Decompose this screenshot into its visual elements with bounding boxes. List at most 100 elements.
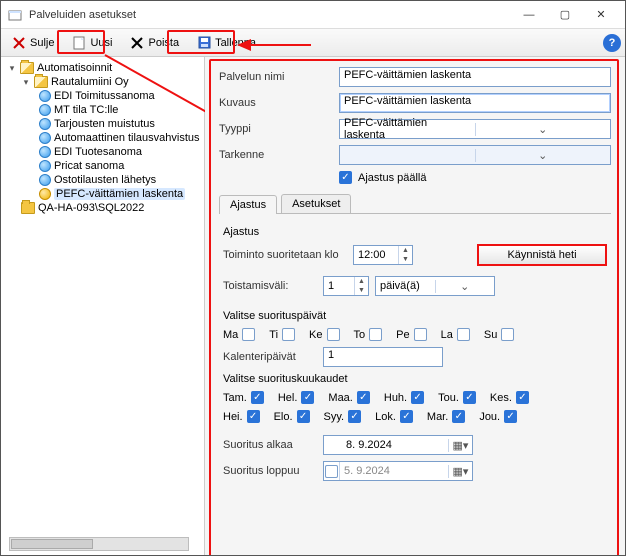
day-tue-checkbox[interactable] (282, 328, 295, 341)
tree-item[interactable]: Pricat sanoma (3, 159, 202, 173)
month-oct-checkbox[interactable] (400, 410, 413, 423)
day-sat-checkbox[interactable] (457, 328, 470, 341)
app-window: Palveluiden asetukset — ▢ ✕ Sulje Uusi P… (0, 0, 626, 556)
calendar-days-input[interactable]: 1 (323, 347, 443, 367)
folder-icon (34, 76, 48, 88)
month-jan-checkbox[interactable] (251, 391, 264, 404)
spin-down-icon[interactable]: ▼ (399, 255, 412, 264)
close-button[interactable]: Sulje (5, 33, 61, 53)
tree-item[interactable]: EDI Tuotesanoma (3, 145, 202, 159)
tree-view[interactable]: ▾ Automatisoinnit ▾ Rautalumiini Oy EDI … (1, 57, 205, 555)
schedule-group-title: Ajastus (223, 226, 607, 238)
schedule-on-checkbox[interactable] (339, 171, 352, 184)
pick-months-label: Valitse suorituskuukaudet (223, 373, 607, 385)
day-thu-checkbox[interactable] (369, 328, 382, 341)
tree-item[interactable]: EDI Toimitussanoma (3, 89, 202, 103)
month-dec-checkbox[interactable] (504, 410, 517, 423)
day-sun-checkbox[interactable] (501, 328, 514, 341)
tree-item-selected[interactable]: PEFC-väittämien laskenta (3, 187, 202, 201)
tree-company[interactable]: ▾ Rautalumiini Oy (3, 75, 202, 89)
help-button[interactable]: ? (603, 34, 621, 52)
service-icon (39, 90, 51, 102)
new-label: Uusi (90, 37, 112, 49)
service-icon (39, 160, 51, 172)
start-date-label: Suoritus alkaa (223, 439, 323, 451)
save-icon (197, 36, 211, 50)
run-now-button[interactable]: Käynnistä heti (477, 244, 607, 266)
month-picker-row2: Hei. Elo. Syy. Lok. Mar. Jou. (223, 410, 607, 423)
service-icon (39, 118, 51, 130)
description-label: Kuvaus (219, 97, 339, 109)
service-icon (39, 146, 51, 158)
new-icon (72, 36, 86, 50)
tree-company-label: Rautalumiini Oy (51, 76, 129, 88)
new-button[interactable]: Uusi (65, 33, 119, 53)
collapse-icon[interactable]: ▾ (7, 63, 17, 73)
maximize-button[interactable]: ▢ (547, 3, 583, 27)
end-date-input[interactable]: 5. 9.2024 ▦▾ (323, 461, 473, 481)
description-input[interactable]: PEFC-väittämien laskenta (339, 93, 611, 113)
service-icon (39, 132, 51, 144)
specifier-select[interactable]: ⌄ (339, 145, 611, 165)
save-label: Tallenna (215, 37, 256, 49)
calendar-icon[interactable]: ▦▾ (448, 439, 472, 452)
tree-root[interactable]: ▾ Automatisoinnit (3, 61, 202, 75)
spin-up-icon[interactable]: ▲ (355, 277, 368, 286)
tree-item[interactable]: Automaattinen tilausvahvistus (3, 131, 202, 145)
start-date-input[interactable]: 8. 9.2024 ▦▾ (323, 435, 473, 455)
service-icon (39, 188, 51, 200)
chevron-down-icon: ⌄ (475, 149, 611, 162)
end-date-enable-checkbox[interactable] (325, 465, 338, 478)
end-date-label: Suoritus loppuu (223, 465, 323, 477)
tab-settings[interactable]: Asetukset (281, 194, 351, 213)
folder-icon (21, 202, 35, 214)
run-at-label: Toiminto suoritetaan klo (223, 249, 353, 261)
chevron-down-icon: ⌄ (475, 123, 611, 136)
repeat-count[interactable]: ▲▼ (323, 276, 369, 296)
month-nov-checkbox[interactable] (452, 410, 465, 423)
service-name-input[interactable]: PEFC-väittämien laskenta (339, 67, 611, 87)
spin-down-icon[interactable]: ▼ (355, 286, 368, 295)
save-button[interactable]: Tallenna (190, 33, 263, 53)
service-icon (39, 174, 51, 186)
repeat-label: Toistamisväli: (223, 280, 323, 292)
tab-schedule[interactable]: Ajastus (219, 195, 277, 214)
tree-item[interactable]: MT tila TC:lle (3, 103, 202, 117)
titlebar: Palveluiden asetukset — ▢ ✕ (1, 1, 625, 29)
delete-button[interactable]: Poista (123, 33, 186, 53)
detail-panel: Palvelun nimi PEFC-väittämien laskenta K… (205, 57, 625, 555)
month-apr-checkbox[interactable] (411, 391, 424, 404)
tree-item[interactable]: Tarjousten muistutus (3, 117, 202, 131)
day-fri-checkbox[interactable] (414, 328, 427, 341)
horizontal-scrollbar[interactable] (9, 537, 189, 551)
run-at-input[interactable] (354, 246, 398, 264)
delete-label: Poista (148, 37, 179, 49)
run-at-time[interactable]: ▲▼ (353, 245, 413, 265)
month-may-checkbox[interactable] (463, 391, 476, 404)
tabstrip: Ajastus Asetukset (219, 194, 611, 214)
spin-up-icon[interactable]: ▲ (399, 246, 412, 255)
weekday-picker: Ma Ti Ke To Pe La Su (223, 328, 607, 341)
month-aug-checkbox[interactable] (297, 410, 310, 423)
month-feb-checkbox[interactable] (301, 391, 314, 404)
calendar-icon[interactable]: ▦▾ (448, 465, 472, 478)
month-jun-checkbox[interactable] (516, 391, 529, 404)
pick-days-label: Valitse suorituspäivät (223, 310, 607, 322)
month-jul-checkbox[interactable] (247, 410, 260, 423)
month-mar-checkbox[interactable] (357, 391, 370, 404)
folder-icon (20, 62, 34, 74)
minimize-button[interactable]: — (511, 3, 547, 27)
window-title: Palveluiden asetukset (29, 9, 511, 21)
app-icon (7, 7, 23, 23)
tree-item[interactable]: Ostotilausten lähetys (3, 173, 202, 187)
close-window-button[interactable]: ✕ (583, 3, 619, 27)
collapse-icon[interactable]: ▾ (21, 77, 31, 87)
service-icon (39, 104, 51, 116)
day-wed-checkbox[interactable] (327, 328, 340, 341)
repeat-unit-select[interactable]: päivä(ä)⌄ (375, 276, 495, 296)
repeat-count-input[interactable] (324, 277, 354, 295)
month-sep-checkbox[interactable] (348, 410, 361, 423)
day-mon-checkbox[interactable] (242, 328, 255, 341)
tree-server[interactable]: QA-HA-093\SQL2022 (3, 201, 202, 215)
type-select[interactable]: PEFC-väittämien laskenta⌄ (339, 119, 611, 139)
